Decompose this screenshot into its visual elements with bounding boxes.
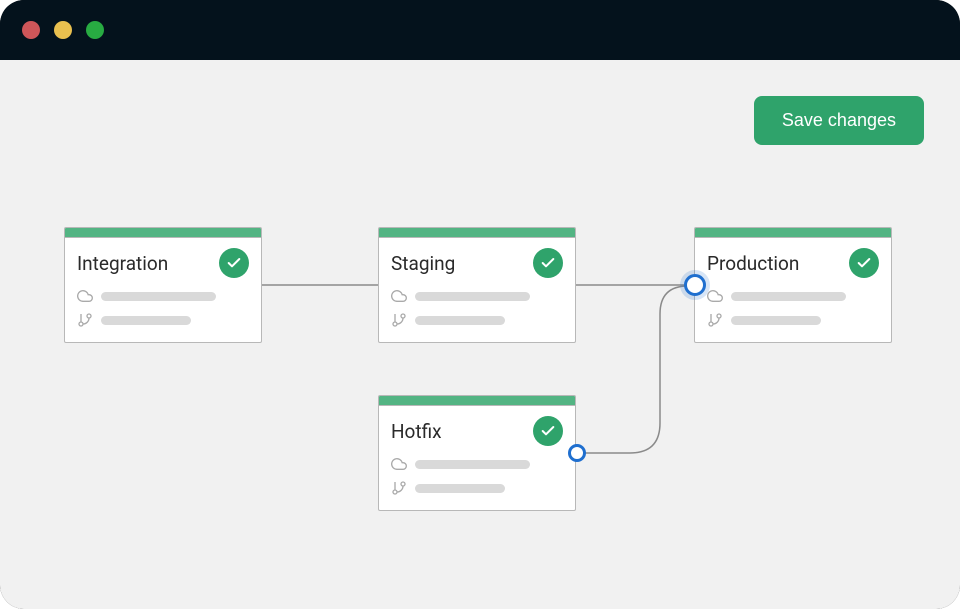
node-detail-row [391,312,563,328]
node-body: Integration [65,238,261,342]
node-detail-row [391,456,563,472]
placeholder-bar [415,460,530,469]
cloud-icon [707,288,723,304]
placeholder-bar [731,292,846,301]
node-body: Production [695,238,891,342]
cloud-icon [391,456,407,472]
node-title: Production [707,252,799,275]
window-maximize-icon[interactable] [86,21,104,39]
placeholder-bar [731,316,821,325]
git-branch-icon [77,312,93,328]
node-production[interactable]: Production [694,227,892,343]
node-title: Staging [391,252,455,275]
placeholder-bar [101,292,216,301]
app-window: Save changes Integration [0,0,960,609]
node-integration[interactable]: Integration [64,227,262,343]
node-header-bar [65,228,261,238]
node-detail-row [391,288,563,304]
save-changes-button[interactable]: Save changes [754,96,924,145]
status-ok-icon [849,248,879,278]
status-ok-icon [219,248,249,278]
node-detail-row [391,480,563,496]
node-body: Staging [379,238,575,342]
node-hotfix[interactable]: Hotfix [378,395,576,511]
cloud-icon [77,288,93,304]
node-title-row: Hotfix [391,416,563,446]
window-close-icon[interactable] [22,21,40,39]
placeholder-bar [415,316,505,325]
node-staging[interactable]: Staging [378,227,576,343]
git-branch-icon [707,312,723,328]
placeholder-bar [415,292,530,301]
node-detail-row [77,312,249,328]
node-header-bar [379,228,575,238]
node-title: Hotfix [391,420,442,443]
node-title-row: Production [707,248,879,278]
edge-hotfix-production [576,286,694,453]
status-ok-icon [533,248,563,278]
node-header-bar [379,396,575,406]
git-branch-icon [391,312,407,328]
node-title-row: Integration [77,248,249,278]
status-ok-icon [533,416,563,446]
node-detail-row [77,288,249,304]
pipeline-canvas[interactable]: Save changes Integration [0,60,960,609]
connector-port-hotfix-out[interactable] [568,444,586,462]
node-body: Hotfix [379,406,575,510]
node-header-bar [695,228,891,238]
node-title-row: Staging [391,248,563,278]
node-detail-row [707,288,879,304]
node-title: Integration [77,252,168,275]
placeholder-bar [415,484,505,493]
connector-port-production-in[interactable] [684,274,706,296]
git-branch-icon [391,480,407,496]
node-detail-row [707,312,879,328]
placeholder-bar [101,316,191,325]
titlebar [0,0,960,60]
window-minimize-icon[interactable] [54,21,72,39]
cloud-icon [391,288,407,304]
